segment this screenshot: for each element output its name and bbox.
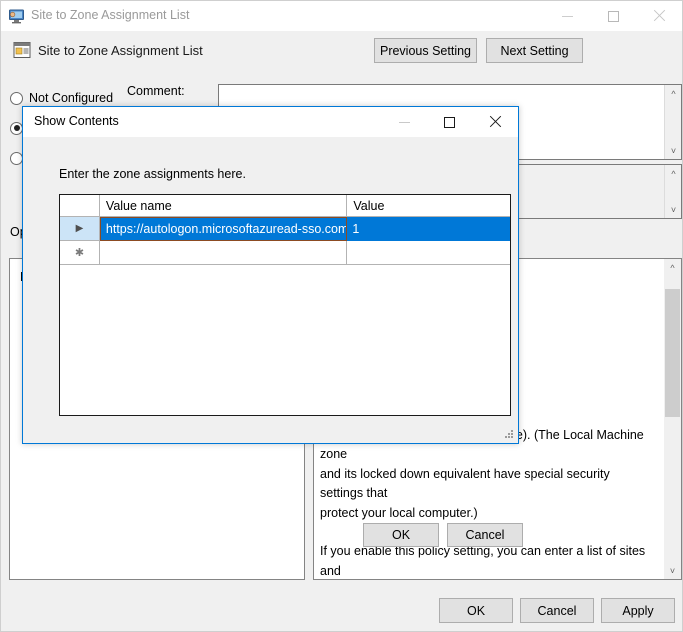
radio-not-configured-label: Not Configured bbox=[29, 91, 114, 105]
value-cell[interactable]: 1 bbox=[347, 217, 510, 241]
comment-label: Comment: bbox=[127, 84, 185, 98]
chevron-up-icon[interactable]: ^ bbox=[665, 85, 682, 102]
main-window-title: Site to Zone Assignment List bbox=[31, 8, 190, 22]
maximize-button[interactable] bbox=[590, 1, 636, 31]
dialog-cancel-button[interactable]: Cancel bbox=[447, 523, 523, 547]
maximize-icon bbox=[607, 10, 619, 22]
minimize-button[interactable] bbox=[544, 1, 590, 31]
dialog-titlebar: Show Contents bbox=[23, 107, 518, 137]
computer-monitor-icon bbox=[8, 8, 25, 25]
cancel-button[interactable]: Cancel bbox=[520, 598, 594, 623]
grid-header-value[interactable]: Value bbox=[347, 195, 510, 217]
chevron-down-icon[interactable]: ˅ bbox=[664, 562, 681, 579]
dialog-ok-button[interactable]: OK bbox=[363, 523, 439, 547]
value-name-cell[interactable] bbox=[99, 241, 348, 265]
show-contents-dialog: Show Contents Enter the zone assignments… bbox=[22, 106, 523, 547]
dialog-minimize-button[interactable] bbox=[382, 107, 427, 137]
previous-setting-button[interactable]: Previous Setting bbox=[374, 38, 477, 63]
chevron-down-icon[interactable]: ˅ bbox=[665, 201, 681, 218]
table-row[interactable]: ▶ https://autologon.microsoftazuread-sso… bbox=[60, 217, 510, 241]
maximize-icon bbox=[444, 116, 455, 128]
radio-icon bbox=[10, 91, 23, 105]
chevron-up-icon[interactable]: ^ bbox=[664, 259, 681, 276]
chevron-up-icon[interactable]: ^ bbox=[665, 165, 681, 182]
supported-on-scrollbar[interactable]: ^ ˅ bbox=[664, 165, 681, 218]
close-icon bbox=[653, 10, 665, 22]
resize-grip[interactable] bbox=[503, 428, 515, 440]
grid-header-value-name[interactable]: Value name bbox=[99, 195, 348, 217]
new-row-asterisk-icon[interactable]: ✱ bbox=[60, 241, 100, 265]
value-cell[interactable] bbox=[347, 241, 510, 265]
table-row[interactable]: ✱ bbox=[60, 241, 510, 265]
dialog-maximize-button[interactable] bbox=[427, 107, 472, 137]
policy-document-icon bbox=[13, 41, 31, 59]
main-window-titlebar: Site to Zone Assignment List bbox=[1, 1, 682, 31]
close-icon bbox=[489, 116, 501, 128]
dialog-title: Show Contents bbox=[34, 114, 119, 128]
screen: Site to Zone Assignment List Site to Zon… bbox=[0, 0, 683, 632]
scrollbar-thumb[interactable] bbox=[665, 289, 680, 417]
zone-assignment-grid[interactable]: Value name Value ▶ https://autologon.mic… bbox=[59, 194, 511, 416]
help-scrollbar[interactable]: ^ ˅ bbox=[664, 259, 681, 579]
grid-header-selector bbox=[60, 195, 100, 217]
policy-header: Site to Zone Assignment List Previous Se… bbox=[2, 31, 682, 75]
dialog-prompt: Enter the zone assignments here. bbox=[59, 167, 246, 181]
apply-button[interactable]: Apply bbox=[601, 598, 675, 623]
ok-button[interactable]: OK bbox=[439, 598, 513, 623]
dialog-close-button[interactable] bbox=[472, 107, 517, 137]
minimize-icon bbox=[399, 121, 410, 123]
next-setting-button[interactable]: Next Setting bbox=[486, 38, 583, 63]
value-name-cell[interactable]: https://autologon.microsoftazuread-sso.c… bbox=[99, 217, 348, 241]
grid-header-row: Value name Value bbox=[60, 195, 510, 217]
comment-scrollbar[interactable]: ^ ˅ bbox=[664, 85, 681, 159]
chevron-down-icon[interactable]: ˅ bbox=[665, 142, 682, 159]
radio-not-configured[interactable]: Not Configured bbox=[10, 89, 113, 107]
minimize-icon bbox=[561, 15, 573, 17]
page-title: Site to Zone Assignment List bbox=[38, 43, 203, 58]
close-button[interactable] bbox=[636, 1, 682, 31]
row-selector-arrow-icon[interactable]: ▶ bbox=[60, 217, 100, 241]
